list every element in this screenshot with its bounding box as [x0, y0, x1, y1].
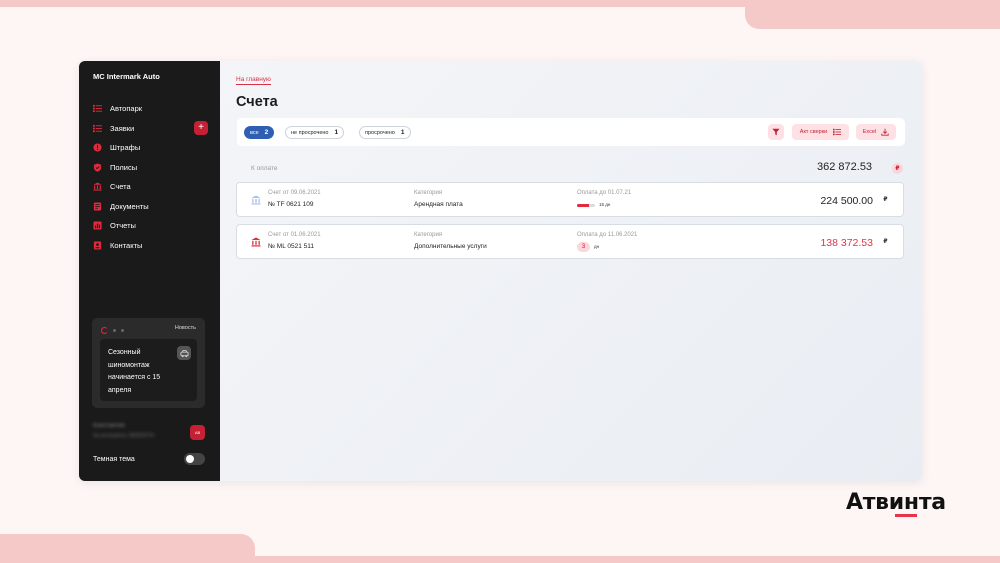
list-icon: [93, 124, 102, 133]
sidebar-item-label: Штрафы: [110, 143, 141, 153]
dark-theme-toggle[interactable]: [184, 453, 205, 465]
sidebar-item-label: Заявки: [110, 123, 135, 133]
total-due-label: К оплате: [251, 165, 278, 172]
filter-chip-all[interactable]: все 2: [244, 126, 275, 139]
sidebar-item-contacts[interactable]: Контакты: [93, 236, 208, 256]
bank-icon: [93, 182, 102, 191]
logo-accent-bar: [895, 514, 917, 517]
sidebar-item-documents[interactable]: Документы: [93, 197, 208, 217]
main-content: На главную Счета все 2 не просрочено 1 п…: [220, 61, 922, 481]
chip-label: все: [250, 129, 259, 136]
payment-progress-bar: [577, 204, 595, 207]
filter-icon: [772, 128, 780, 136]
invoice-category-label: Категория: [414, 232, 443, 238]
sidebar-item-fleet[interactable]: Автопарк: [93, 99, 208, 119]
ruble-icon: ₽: [883, 197, 888, 203]
invoice-row[interactable]: Счет от 09.06.2021 № TF 0621 109 Категор…: [236, 182, 904, 217]
user-contract: № контракта: 0825327H: [93, 433, 155, 439]
invoice-category-label: Категория: [414, 190, 443, 196]
chip-count: 2: [264, 129, 269, 136]
shield-icon: [93, 163, 102, 172]
days-left-label: 15 дн: [599, 202, 611, 207]
news-label: Новость: [174, 325, 196, 331]
chip-label: просрочено: [365, 129, 395, 136]
user-name: Константин: [93, 423, 125, 429]
excel-export-button[interactable]: Excel: [856, 124, 896, 140]
sidebar-item-label: Контакты: [110, 240, 143, 250]
ruble-icon: ₽: [883, 239, 888, 245]
news-text: Сезонный шиномонтаж начинается с 15 апре…: [108, 349, 161, 394]
invoice-amount: 138 372.53: [820, 237, 873, 249]
filter-chip-not-overdue[interactable]: не просрочено 1: [285, 126, 345, 139]
news-card[interactable]: Сезонный шиномонтаж начинается с 15 апре…: [100, 339, 197, 401]
invoice-number: № ML 0521 511: [268, 243, 315, 250]
filter-chip-overdue[interactable]: просрочено 1: [359, 126, 411, 139]
act-button-label: Акт сверки: [799, 129, 828, 135]
sidebar-item-label: Документы: [110, 201, 149, 211]
tire-service-icon: [177, 346, 191, 360]
loading-spinner-icon: [101, 327, 108, 334]
bank-icon: [251, 237, 261, 247]
sidebar-nav: Автопарк Заявки + Штрафы Полисы Счета До…: [93, 99, 208, 255]
invoice-row[interactable]: Счет от 01.06.2021 № ML 0521 511 Категор…: [236, 224, 904, 259]
chip-label: не просрочено: [291, 129, 329, 136]
progress-fill: [577, 204, 589, 207]
invoice-category: Дополнительные услуги: [414, 243, 487, 250]
add-request-button[interactable]: +: [194, 121, 208, 136]
page-title: Счета: [236, 94, 278, 110]
invoice-due-date: Оплата до 01.07.21: [577, 190, 632, 196]
list-icon: [93, 104, 102, 113]
news-carousel-dots[interactable]: [101, 327, 124, 334]
carousel-dot[interactable]: [113, 329, 116, 332]
sidebar-item-invoices[interactable]: Счета: [93, 177, 208, 197]
sidebar-item-label: Автопарк: [110, 104, 143, 114]
sidebar-item-requests[interactable]: Заявки +: [93, 119, 208, 139]
back-to-home-link[interactable]: На главную: [236, 75, 271, 85]
sidebar-item-label: Счета: [110, 182, 131, 192]
alert-icon: [93, 143, 102, 152]
excel-button-label: Excel: [862, 129, 877, 135]
filter-bar: все 2 не просрочено 1 просрочено 1 Акт с…: [237, 118, 905, 146]
list-icon: [833, 128, 842, 136]
invoice-amount: 224 500.00: [820, 195, 873, 207]
atvinta-logo: Атвинта: [846, 490, 946, 515]
contacts-icon: [93, 241, 102, 250]
days-unit-label: дн: [594, 244, 600, 249]
invoice-category: Арендная плата: [414, 201, 463, 208]
bank-icon: [251, 195, 261, 205]
sidebar-item-fines[interactable]: Штрафы: [93, 138, 208, 158]
reconciliation-act-button[interactable]: Акт сверки: [792, 124, 849, 140]
overdue-days-badge: 3: [577, 242, 590, 252]
download-icon: [881, 128, 889, 136]
ruble-icon: ₽: [892, 163, 903, 174]
invoice-due-date: Оплата до 11.06.2021: [577, 232, 638, 238]
document-icon: [93, 202, 102, 211]
avatar[interactable]: AB: [190, 425, 205, 440]
invoice-number: № TF 0621 109: [268, 201, 314, 208]
invoice-date: Счет от 09.06.2021: [268, 190, 321, 196]
dark-theme-label: Темная тема: [93, 456, 135, 463]
report-icon: [93, 221, 102, 230]
toggle-knob: [186, 455, 194, 463]
carousel-dot[interactable]: [121, 329, 124, 332]
sidebar: MC Intermark Auto Автопарк Заявки + Штра: [79, 61, 220, 481]
chip-count: 1: [334, 129, 339, 136]
sidebar-item-label: Полисы: [110, 162, 138, 172]
decor-bottom-left-block: [0, 534, 255, 563]
news-widget: Новость Сезонный шиномонтаж начинается с…: [92, 318, 205, 408]
filter-button[interactable]: [768, 124, 784, 140]
total-due-value: 362 872.53: [817, 161, 873, 173]
sidebar-item-policies[interactable]: Полисы: [93, 158, 208, 178]
chip-count: 1: [400, 129, 405, 136]
sidebar-item-reports[interactable]: Отчеты: [93, 216, 208, 236]
invoice-date: Счет от 01.06.2021: [268, 232, 321, 238]
decor-top-right-block: [745, 0, 1000, 29]
company-name: MC Intermark Auto: [93, 72, 160, 81]
app-window: MC Intermark Auto Автопарк Заявки + Штра: [79, 61, 922, 481]
sidebar-item-label: Отчеты: [110, 221, 136, 231]
